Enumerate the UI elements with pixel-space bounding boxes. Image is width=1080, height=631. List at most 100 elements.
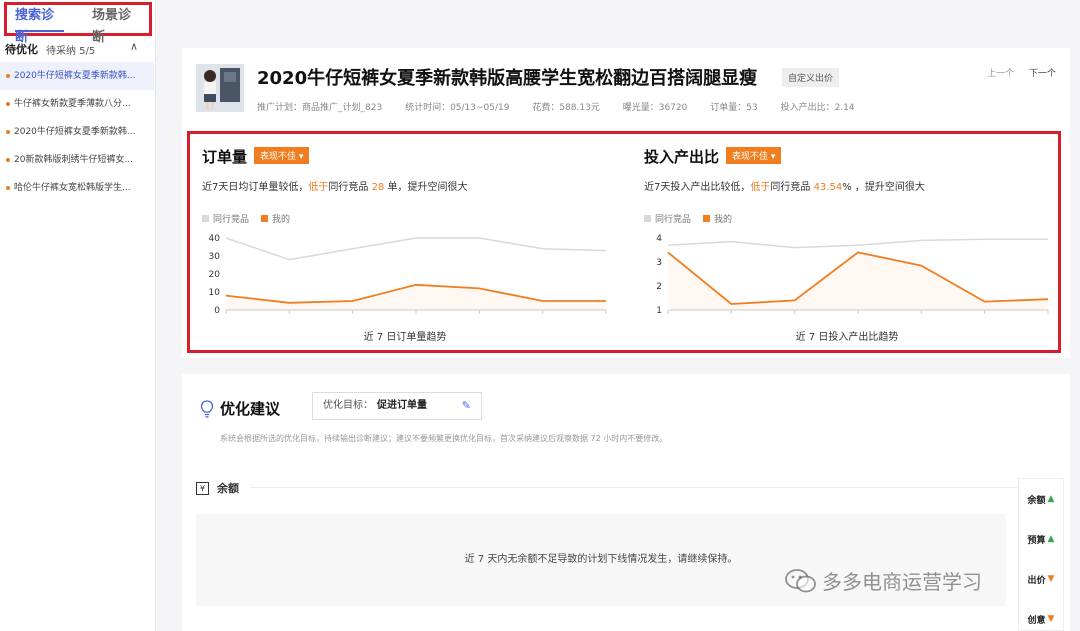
desc-text: 近7天投入产出比较低， bbox=[644, 182, 751, 193]
series-line-peer bbox=[225, 237, 607, 261]
prev-button[interactable]: 上一个 bbox=[987, 69, 1014, 79]
rail-item-label: 创意 bbox=[1027, 615, 1046, 626]
roi-title: 投入产出比 bbox=[644, 148, 720, 166]
thumb-down-icon: ▼ bbox=[1047, 574, 1055, 584]
optimization-title-text: 优化建议 bbox=[220, 400, 281, 418]
dot-icon bbox=[6, 73, 10, 78]
list-item-label: 牛仔裤女新款夏季薄款八分... bbox=[14, 99, 131, 109]
rail-item-budget[interactable]: 预算 ▲ bbox=[1019, 519, 1063, 559]
diagnosis-nav-rail: 余额 ▲ 预算 ▲ 出价 ▼ 创意 ▼ bbox=[1018, 478, 1064, 631]
roi-desc: 近7天投入产出比较低，低于同行竞品 43.54% ，提升空间很大 bbox=[644, 178, 925, 193]
todo-title: 待优化 bbox=[5, 43, 38, 56]
orders-title: 订单量 bbox=[202, 148, 248, 166]
rail-item-balance[interactable]: 余额 ▲ bbox=[1019, 479, 1063, 519]
rail-item-bid[interactable]: 出价 ▼ bbox=[1019, 559, 1063, 599]
desc-text: 近7天日均订单量较低， bbox=[202, 182, 309, 193]
roi-value: 投入产出比：2.14 bbox=[780, 103, 855, 113]
y-tick-label: 30 bbox=[209, 252, 221, 262]
orders-desc: 近7天日均订单量较低，低于同行竞品 28 单，提升空间很大 bbox=[202, 178, 467, 193]
optimization-goal-select[interactable]: 优化目标： 促进订单量 ✎ bbox=[312, 392, 482, 420]
chart-legend: 同行竞品 我的 bbox=[644, 212, 732, 225]
legend-mine[interactable]: 我的 bbox=[703, 212, 732, 225]
y-tick-label: 1 bbox=[656, 306, 662, 316]
todo-count: 待采纳 5/5 bbox=[46, 45, 96, 57]
tab-search-diagnosis[interactable]: 搜索诊断 bbox=[7, 5, 72, 45]
orders-trend-chart: 0 10 20 30 40 bbox=[209, 234, 607, 316]
legend-peer[interactable]: 同行竞品 bbox=[202, 212, 249, 225]
rail-item-label: 出价 bbox=[1027, 575, 1046, 586]
y-tick-label: 20 bbox=[209, 270, 221, 280]
legend-swatch bbox=[703, 215, 711, 222]
goal-value: 促进订单量 bbox=[377, 400, 427, 411]
chart-caption: 近 7 日投入产出比趋势 bbox=[795, 332, 899, 343]
list-item-label: 2020牛仔短裤女夏季新款韩... bbox=[14, 127, 136, 137]
desc-text: 同行竞品 bbox=[770, 182, 814, 193]
wechat-icon bbox=[785, 568, 816, 592]
rail-item-label: 余额 bbox=[1027, 495, 1046, 506]
thumb-down-icon: ▼ bbox=[1047, 614, 1055, 624]
balance-message: 近 7 天内无余额不足导致的计划下线情况发生，请继续保持。 bbox=[464, 554, 738, 565]
list-item[interactable]: 2020牛仔短裤女夏季新款韩... bbox=[0, 62, 154, 90]
custom-bid-tag: 自定义出价 bbox=[782, 68, 840, 87]
balance-heading: ¥ 余额 bbox=[196, 480, 239, 496]
dot-icon bbox=[6, 157, 10, 162]
chart-caption: 近 7 日订单量趋势 bbox=[363, 332, 447, 343]
thumb-down-icon: ▾ bbox=[298, 152, 304, 162]
plan-meta: 推广计划：商品推广_计划_823 统计时间：05/13~05/19 花费：588… bbox=[257, 100, 875, 113]
dot-icon bbox=[6, 129, 10, 134]
rail-item-label: 预算 bbox=[1027, 535, 1046, 546]
desc-text: % ，提升空间很大 bbox=[842, 182, 925, 193]
optimization-title: 优化建议 bbox=[200, 398, 280, 419]
legend-label: 我的 bbox=[714, 215, 733, 225]
desc-highlight-value: 28 bbox=[371, 182, 385, 193]
roi-panel: 投入产出比 表现不佳 ▾ 近7天投入产出比较低，低于同行竞品 43.54% ，提… bbox=[632, 134, 1062, 350]
desc-highlight: 低于 bbox=[750, 182, 771, 193]
y-tick-label: 0 bbox=[214, 306, 220, 316]
list-item[interactable]: 2020牛仔短裤女夏季新款韩... bbox=[0, 118, 154, 146]
legend-swatch bbox=[202, 215, 209, 222]
list-item[interactable]: 牛仔裤女新款夏季薄款八分... bbox=[0, 90, 154, 118]
status-badge: 表现不佳 ▾ bbox=[726, 147, 782, 164]
stat-period: 统计时间：05/13~05/19 bbox=[405, 103, 510, 113]
impressions: 曝光量：36720 bbox=[622, 103, 688, 113]
legend-mine[interactable]: 我的 bbox=[261, 212, 290, 225]
watermark-text: 多多电商运营学习 bbox=[822, 570, 982, 594]
list-item[interactable]: 哈伦牛仔裤女宽松韩版学生... bbox=[0, 174, 154, 202]
legend-swatch bbox=[644, 215, 651, 222]
watermark: 多多电商运营学习 bbox=[784, 566, 982, 595]
list-item-label: 哈伦牛仔裤女宽松韩版学生... bbox=[14, 183, 131, 193]
chevron-up-icon[interactable]: ∧ bbox=[130, 40, 138, 53]
badge-label: 表现不佳 bbox=[260, 152, 297, 162]
status-badge: 表现不佳 ▾ bbox=[254, 147, 310, 164]
thumb-up-icon: ▲ bbox=[1047, 534, 1055, 544]
list-item-label: 2020牛仔短裤女夏季新款韩... bbox=[14, 71, 136, 81]
y-tick-label: 2 bbox=[656, 282, 662, 292]
diagnosis-tabs: 搜索诊断 场景诊断 bbox=[4, 2, 152, 45]
legend-label: 我的 bbox=[272, 215, 291, 225]
cost: 花费：588.13元 bbox=[532, 103, 600, 113]
divider bbox=[250, 487, 1030, 488]
y-tick-label: 40 bbox=[209, 234, 221, 244]
next-button[interactable]: 下一个 bbox=[1029, 69, 1056, 79]
chart-legend: 同行竞品 我的 bbox=[202, 212, 290, 225]
task-list: 2020牛仔短裤女夏季新款韩... 牛仔裤女新款夏季薄款八分... 2020牛仔… bbox=[0, 62, 156, 202]
badge-label: 表现不佳 bbox=[732, 152, 769, 162]
legend-peer[interactable]: 同行竞品 bbox=[644, 212, 691, 225]
product-image bbox=[196, 64, 244, 112]
diagnosis-highlight: 订单量 表现不佳 ▾ 近7天日均订单量较低，低于同行竞品 28 单，提升空间很大… bbox=[187, 131, 1061, 353]
list-item[interactable]: 20新款韩版刺绣牛仔短裤女... bbox=[0, 146, 154, 174]
y-tick-label: 10 bbox=[209, 288, 221, 298]
balance-title: 余额 bbox=[217, 482, 239, 495]
legend-swatch bbox=[261, 215, 269, 222]
rail-item-creative[interactable]: 创意 ▼ bbox=[1019, 599, 1063, 631]
desc-highlight: 低于 bbox=[308, 182, 329, 193]
product-title: 2020牛仔短裤女夏季新款韩版高腰学生宽松翻边百搭阔腿显瘦 bbox=[257, 68, 758, 89]
list-item-label: 20新款韩版刺绣牛仔短裤女... bbox=[14, 155, 134, 165]
roi-trend-chart: 1 2 3 4 bbox=[656, 234, 1049, 316]
thumb-up-icon: ▲ bbox=[1047, 494, 1055, 504]
edit-icon[interactable]: ✎ bbox=[462, 393, 471, 419]
pager: 上一个 下一个 bbox=[987, 66, 1056, 79]
plan-name: 推广计划：商品推广_计划_823 bbox=[257, 103, 383, 113]
tab-scene-diagnosis[interactable]: 场景诊断 bbox=[84, 5, 149, 45]
todo-header[interactable]: 待优化 待采纳 5/5 ∧ bbox=[0, 38, 156, 60]
